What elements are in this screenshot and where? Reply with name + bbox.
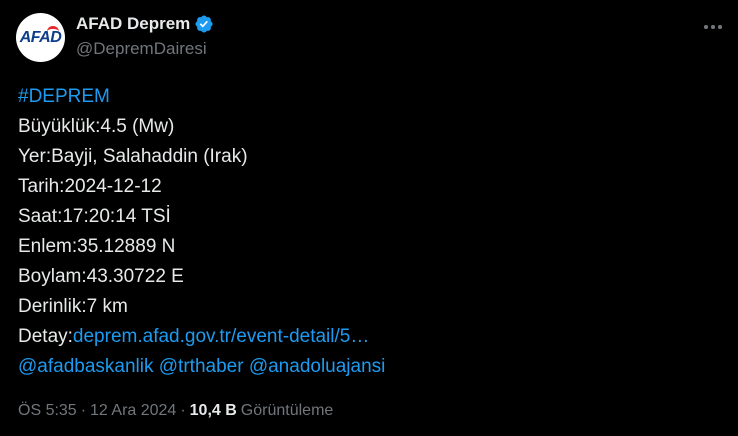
mention-link[interactable]: @afadbaskanlik [18, 356, 153, 377]
detail-link[interactable]: deprem.afad.gov.tr/event-detail/5… [73, 326, 369, 347]
more-options-icon[interactable] [702, 16, 724, 38]
author-handle[interactable]: @DepremDairesi [76, 39, 207, 59]
hashtag-link[interactable]: #DEPREM [18, 86, 110, 107]
views-count: 10,4 B [189, 402, 237, 419]
meta-separator: · [180, 402, 186, 419]
verified-badge-icon [195, 15, 213, 33]
tweet-line-date: Tarih:2024-12-12 [18, 176, 162, 197]
tweet-line-depth: Derinlik:7 km [18, 296, 128, 317]
author-name-row: AFAD Deprem [76, 13, 214, 35]
detail-label: Detay: [18, 326, 73, 347]
tweet: AFAD AFAD Deprem @DepremDairesi #DEPREM … [0, 0, 738, 436]
meta-separator: · [80, 402, 87, 419]
tweet-line-latitude: Enlem:35.12889 N [18, 236, 176, 257]
views-label: Görüntüleme [240, 402, 334, 419]
tweet-line-time: Saat:17:20:14 TSİ [18, 206, 171, 227]
tweet-text: #DEPREM Büyüklük:4.5 (Mw) Yer:Bayji, Sal… [18, 82, 385, 382]
tweet-line-hashtag: #DEPREM [18, 82, 385, 112]
mention-link[interactable]: @trthaber [159, 356, 244, 377]
tweet-line-detail: Detay:deprem.afad.gov.tr/event-detail/5… [18, 322, 385, 352]
author-display-name[interactable]: AFAD Deprem [76, 14, 190, 34]
avatar[interactable]: AFAD [16, 13, 65, 62]
tweet-line-mentions: @afadbaskanlik @trthaber @anadoluajansi [18, 352, 385, 382]
avatar-logo-swoosh [47, 26, 59, 37]
tweet-line-location: Yer:Bayji, Salahaddin (Irak) [18, 146, 248, 167]
mention-link[interactable]: @anadoluajansi [249, 356, 386, 377]
tweet-line-longitude: Boylam:43.30722 E [18, 266, 184, 287]
tweet-time[interactable]: ÖS 5:35 [18, 402, 77, 420]
tweet-line-magnitude: Büyüklük:4.5 (Mw) [18, 116, 175, 137]
tweet-date[interactable]: 12 Ara 2024 [90, 402, 176, 420]
tweet-meta: ÖS 5:35 · 12 Ara 2024 · 10,4 B Görüntüle… [18, 402, 333, 420]
